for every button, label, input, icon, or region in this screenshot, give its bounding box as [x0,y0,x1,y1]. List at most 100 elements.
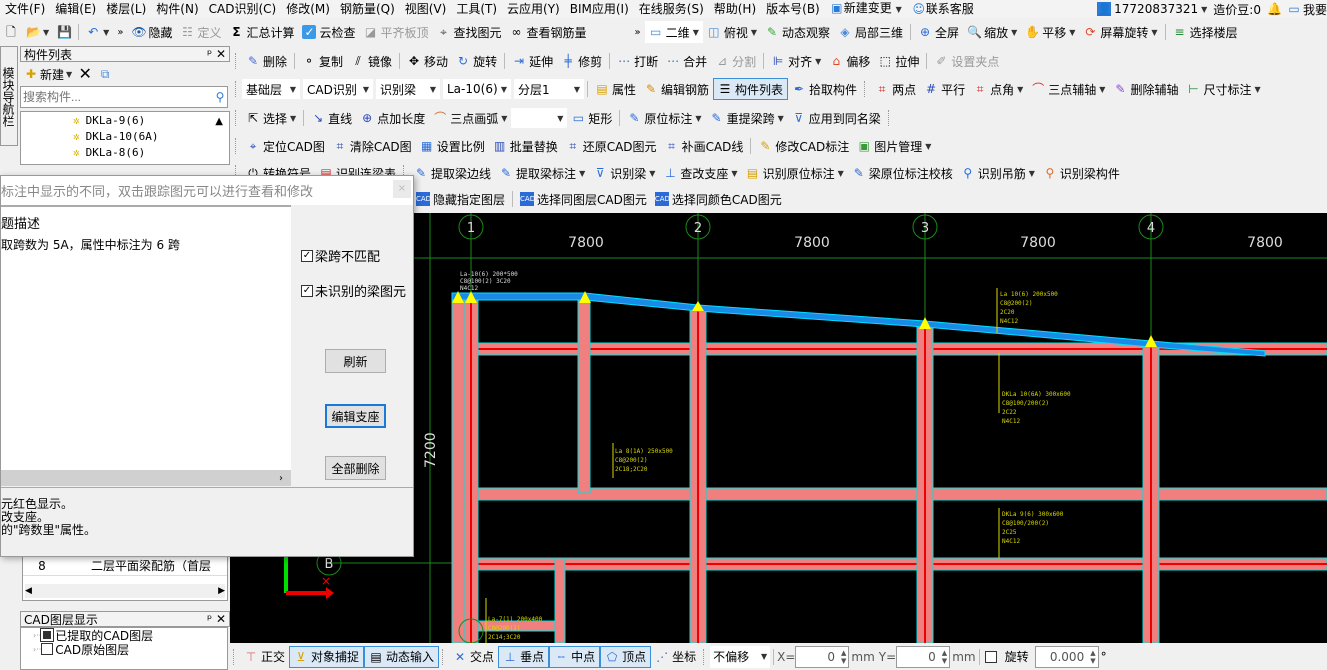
delete-icon[interactable]: ✕ [78,66,92,82]
stretch-button[interactable]: ⬚ 拉伸 [874,50,923,72]
offset-mode-select[interactable]: 不偏移 ▼ [710,645,771,668]
align-dropdown[interactable]: ⊫ 对齐 ▼ [767,50,825,72]
search-icon[interactable]: ⚲ [213,90,227,104]
hide-button[interactable]: 👁 隐藏 [127,21,176,43]
top-view-dropdown[interactable]: ◫ 俯视 ▼ [703,21,761,43]
image-manager-dropdown[interactable]: ▣ 图片管理 ▼ [853,135,935,157]
locate-cad-button[interactable]: ⌖ 定位CAD图 [242,135,329,157]
close-icon[interactable]: ✕ [216,47,226,61]
coordinate-snap[interactable]: ⋰ 坐标 [651,646,700,668]
dynamic-input-toggle[interactable]: ▤ 动态输入 [364,645,440,668]
pin-icon[interactable]: ᵖ [207,47,212,61]
recognize-original-dropdown[interactable]: ▤ 识别原位标注 ▼ [742,162,848,184]
close-icon[interactable]: ✕ [216,612,226,626]
calc-button[interactable]: Σ 汇总计算 [225,21,298,43]
select-same-layer-button[interactable]: CAD 选择同图层CAD图元 [516,188,651,210]
hide-layer-button[interactable]: CAD 隐藏指定图层 [412,188,509,210]
tree-item[interactable]: ✲ DKLa-9(6) [21,112,229,128]
unrecognized-beam-checkbox[interactable]: ✓ 未识别的梁图元 [301,281,406,300]
floor-select[interactable]: 基础层 ▼ [242,79,300,99]
edit-support-button[interactable]: 编辑支座 [325,404,386,428]
menu-rebar[interactable]: 钢筋量(Q) [335,0,400,18]
select-floor-button[interactable]: ≡ 选择楼层 [1169,21,1242,43]
modify-cad-mark-button[interactable]: ✎ 修改CAD标注 [754,135,853,157]
account-button[interactable]: 👤 17720837321 ▼ [1097,2,1207,16]
layer-select[interactable]: 分层1 ▼ [514,79,584,99]
property-button[interactable]: ▤ 属性 [591,78,640,100]
two-point-axis-button[interactable]: ⌗ 两点 [871,78,920,100]
menu-modify[interactable]: 修改(M) [281,0,335,18]
redo-span-dropdown[interactable]: ✎ 重提梁跨 ▼ [706,107,788,129]
menu-bim[interactable]: BIM应用(I) [565,0,634,18]
dimension-dropdown[interactable]: ⊢ 尺寸标注 ▼ [1182,78,1264,100]
span-mismatch-checkbox[interactable]: ✓ 梁跨不匹配 [301,246,380,265]
rotate-angle-input[interactable]: 0.000 ▲ ▼ [1034,645,1099,668]
select-dropdown[interactable]: ⇱ 选择 ▼ [242,107,300,129]
midpoint-snap[interactable]: ╌ 中点 [549,645,601,668]
batch-replace-button[interactable]: ▥ 批量替换 [489,135,562,157]
move-button[interactable]: ✥ 移动 [403,50,452,72]
recognize-hanger-dropdown[interactable]: ⚲ 识别吊筋 ▼ [957,162,1039,184]
intersection-snap[interactable]: ✕ 交点 [449,646,498,668]
module-nav-tab[interactable]: 模块导航栏 [0,46,18,146]
layer-checkbox[interactable] [40,628,55,642]
menu-cloud[interactable]: 云应用(Y) [502,0,565,18]
mirror-button[interactable]: ⫽ 镜像 [347,50,396,72]
open-file-button[interactable]: 📂 ▼ [22,21,53,43]
bell-icon[interactable]: 🔔 [1267,2,1282,16]
menu-version[interactable]: 版本号(B) [761,0,825,18]
local-3d-button[interactable]: ◈ 局部三维 [834,21,907,43]
break-button[interactable]: ⋯ 打断 [613,50,662,72]
menu-cad-recognize[interactable]: CAD识别(C) [204,0,282,18]
horizontal-scrollbar[interactable]: ◀ ▶ [25,584,225,598]
menu-file[interactable]: 文件(F) [0,0,50,18]
save-button[interactable]: 💾 [53,21,75,43]
check-original-button[interactable]: ✎ 梁原位标注校核 [848,162,957,184]
recognize-component-button[interactable]: ⚲ 识别梁构件 [1039,162,1124,184]
copy-button[interactable]: ⚬ 复制 [298,50,347,72]
line-button[interactable]: ↘ 直线 [307,107,356,129]
modify-support-dropdown[interactable]: ⊥ 查改支座 ▼ [659,162,741,184]
undo-button[interactable]: ↶ ▼ [82,21,113,43]
view-2d-dropdown[interactable]: ▭ 二维 ▼ [644,21,703,43]
drawing-row[interactable]: 8 二层平面梁配筋（首层 [23,556,227,576]
find-element-button[interactable]: ⌖ 查找图元 [433,21,506,43]
more-button[interactable]: » [113,21,127,43]
component-select[interactable]: La-10(6) ▼ [443,79,511,99]
trim-button[interactable]: ╪ 修剪 [557,50,606,72]
feedback-button[interactable]: ▭ 我要 [1287,1,1327,18]
level-slab-button[interactable]: ◪ 平齐板顶 [360,21,433,43]
issue-list-scrollbar[interactable]: › [1,470,291,486]
scroll-up-icon[interactable]: ▲ [215,116,223,127]
menu-online[interactable]: 在线服务(S) [634,0,709,18]
extract-mark-dropdown[interactable]: ✎ 提取梁标注 ▼ [495,162,589,184]
menu-help[interactable]: 帮助(H) [709,0,761,18]
set-grip-button[interactable]: ✐ 设置夹点 [930,50,1003,72]
ortho-toggle[interactable]: ⊤ 正交 [240,646,289,668]
draw-option-select[interactable]: ▼ [511,108,568,128]
three-point-axis-dropdown[interactable]: ⌒ 三点辅轴 ▼ [1027,78,1109,100]
point-angle-dropdown[interactable]: ⌗ 点角 ▼ [969,78,1027,100]
clear-cad-button[interactable]: ⌗ 清除CAD图 [329,135,416,157]
rectangle-button[interactable]: ▭ 矩形 [567,107,616,129]
split-button[interactable]: ⊿ 分割 [711,50,760,72]
menu-floor[interactable]: 楼层(L) [101,0,151,18]
supplement-cad-button[interactable]: ⌗ 补画CAD线 [661,135,748,157]
rotate-button[interactable]: ↻ 旋转 [452,50,501,72]
more-button-2[interactable]: » [631,21,645,43]
three-point-arc-dropdown[interactable]: ⌒ 三点画弧 ▼ [429,107,511,129]
issue-row[interactable]: 取跨数为 5A，属性中标注为 6 跨 [1,232,291,253]
edit-rebar-button[interactable]: ✎ 编辑钢筋 [640,78,713,100]
view-rebar-button[interactable]: ∞ 查看钢筋量 [506,21,591,43]
dialog-close-button[interactable]: × [393,180,411,198]
offset-button[interactable]: ⌂ 偏移 [825,50,874,72]
extract-edge-button[interactable]: ✎ 提取梁边线 [410,162,495,184]
copy-icon[interactable]: ⧉ [98,67,112,81]
tree-item[interactable]: ✲ DKLa-8(6) [21,144,229,160]
cloud-check-button[interactable]: ✓ 云检查 [298,21,359,43]
merge-button[interactable]: ⋯ 合并 [662,50,711,72]
delete-axis-button[interactable]: ✎ 删除辅轴 [1109,78,1182,100]
delete-all-button[interactable]: 全部删除 [325,456,386,480]
select-same-color-button[interactable]: CAD 选择同颜色CAD图元 [651,188,786,210]
vertex-snap[interactable]: ⬠ 顶点 [600,645,652,668]
